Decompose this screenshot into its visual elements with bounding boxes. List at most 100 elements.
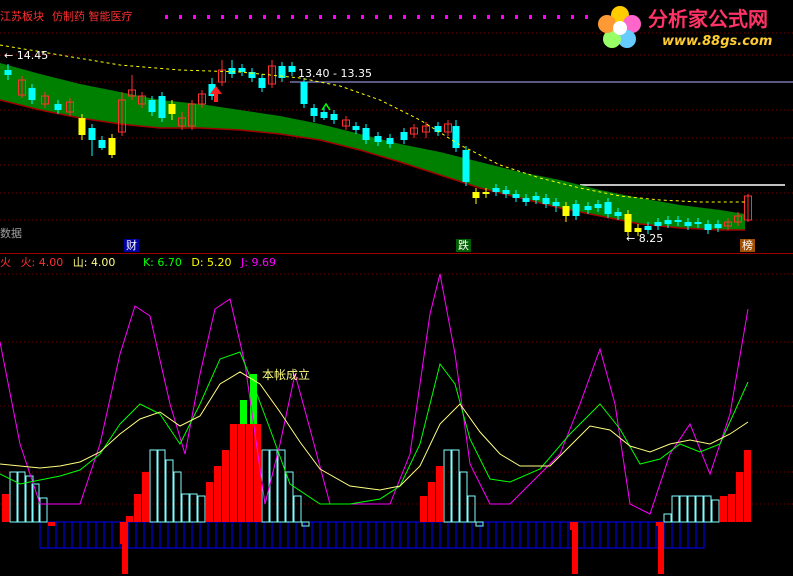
fire-bar — [2, 494, 9, 522]
fire-bar — [246, 424, 253, 522]
indicator-grid — [0, 273, 793, 505]
indicator-legend: 火 火: 4.00 山: 4.00 K: 6.70 D: 5.20 J: 9.6… — [0, 257, 276, 269]
fire-bar — [420, 496, 427, 522]
candle-body — [604, 202, 612, 214]
base-bar — [55, 521, 65, 549]
candle-body — [258, 78, 266, 88]
mountain-bar — [173, 471, 182, 523]
signal-arrow-icon — [321, 102, 331, 111]
base-bar — [695, 521, 705, 549]
legend-mountain-value: 4.00 — [90, 256, 116, 269]
base-bar — [527, 521, 537, 549]
base-bar — [375, 521, 385, 549]
fire-bar — [214, 466, 221, 522]
base-bar — [207, 521, 217, 549]
base-bar — [351, 521, 361, 549]
fire-bar — [134, 494, 141, 522]
candle-body — [482, 192, 490, 194]
mountain-bar — [443, 449, 452, 523]
base-bar — [679, 521, 689, 549]
base-bar — [359, 521, 369, 549]
indicator-chart[interactable] — [0, 254, 793, 576]
base-bar — [343, 521, 353, 549]
base-bar — [559, 521, 569, 549]
base-bar — [79, 521, 89, 549]
candle-body — [228, 68, 236, 74]
base-bar — [423, 521, 433, 549]
base-bar — [407, 521, 417, 549]
legend-k-name: K: — [142, 256, 154, 269]
base-bar — [95, 521, 105, 549]
candle-body — [552, 202, 560, 206]
fire-bar — [230, 424, 237, 522]
base-bar — [639, 521, 649, 549]
mountain-bar — [149, 449, 158, 523]
base-bar — [199, 521, 209, 549]
candle-body — [452, 126, 460, 148]
fire-bar — [720, 496, 727, 522]
base-bar — [495, 521, 505, 549]
candle-body — [300, 82, 308, 104]
base-bar — [39, 521, 49, 549]
candle-body — [158, 96, 166, 118]
indicator-bars — [2, 374, 751, 574]
base-bar — [255, 521, 265, 549]
base-bar — [151, 521, 161, 549]
low-price-value: 8.25 — [638, 232, 664, 245]
base-bar — [631, 521, 641, 549]
fire-bar — [122, 522, 128, 574]
high-price-label: ← 14.45 — [4, 49, 49, 62]
site-logo: 分析家公式网 www.88gs.com — [596, 2, 791, 54]
j-line — [0, 273, 749, 515]
candle-body — [594, 204, 602, 208]
k-line — [0, 351, 749, 505]
base-bar — [551, 521, 561, 549]
mountain-bar — [301, 521, 310, 527]
sector-label[interactable]: 江苏板块 — [0, 11, 44, 23]
mountain-bar — [39, 497, 48, 523]
legend-d-name: D: — [191, 256, 204, 269]
base-bar — [439, 521, 449, 549]
candle-body — [664, 220, 672, 224]
candle-body — [624, 214, 632, 232]
legend-k-value: 6.70 — [157, 256, 182, 269]
base-bar — [503, 521, 513, 549]
base-bar — [271, 521, 281, 549]
fire-bar — [728, 494, 735, 522]
base-bar — [671, 521, 681, 549]
mountain-bar — [467, 495, 476, 523]
legend-fire2-name: 火: — [20, 256, 36, 269]
base-bar — [279, 521, 289, 549]
fire-bar — [736, 472, 743, 522]
candle-body — [98, 140, 106, 148]
fire-bar — [126, 516, 133, 522]
fire-bar — [254, 424, 261, 522]
base-bar — [263, 521, 273, 549]
event-tag-ranking[interactable]: 榜 — [740, 239, 755, 252]
base-bar — [231, 521, 241, 549]
event-tag-drop[interactable]: 跌 — [456, 239, 471, 252]
base-bar — [319, 521, 329, 549]
legend-j-name: J: — [241, 256, 248, 269]
mountain-bar — [663, 513, 672, 523]
candle-body — [288, 66, 296, 72]
base-bar — [487, 521, 497, 549]
base-bar — [247, 521, 257, 549]
base-bar — [215, 521, 225, 549]
candle-body — [320, 112, 328, 118]
mountain-bar — [157, 449, 166, 523]
base-bar — [591, 521, 601, 549]
base-bar — [191, 521, 201, 549]
candle-body — [168, 104, 176, 114]
base-bar — [71, 521, 81, 549]
candle-body — [88, 128, 96, 140]
base-bar — [599, 521, 609, 549]
candle-body — [694, 222, 702, 224]
logo-url[interactable]: www.88gs.com — [662, 35, 772, 49]
candle-body — [472, 192, 480, 198]
concepts-label[interactable]: 仿制药 智能医疗 — [52, 11, 133, 23]
signal-bar — [240, 400, 247, 424]
base-bar — [647, 521, 657, 549]
fire-bar — [48, 522, 55, 526]
event-tag-finance[interactable]: 财 — [124, 239, 139, 252]
